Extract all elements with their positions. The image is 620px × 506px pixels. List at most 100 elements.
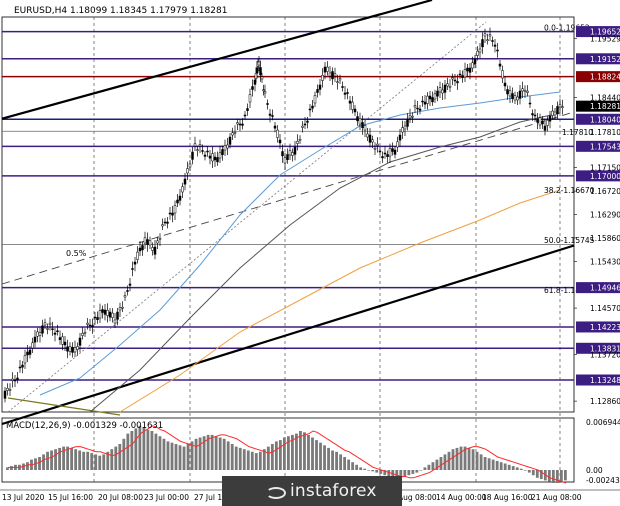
macd-bar <box>178 445 182 470</box>
candle-body <box>326 66 329 72</box>
macd-bar <box>483 457 487 470</box>
macd-bar <box>411 470 415 474</box>
candle-body <box>386 154 389 157</box>
x-tick-label-1: 15 Jul 16:00 <box>48 493 93 502</box>
macd-bar <box>42 454 45 470</box>
candle-body <box>308 108 312 111</box>
candle-body <box>418 108 422 111</box>
candle-body <box>41 325 44 334</box>
macd-bar <box>10 466 13 470</box>
candle-body <box>553 111 557 116</box>
macd-bar <box>471 449 475 470</box>
candle-body <box>83 331 87 334</box>
macd-bar <box>347 459 351 470</box>
candle-body <box>561 106 564 108</box>
chart-canvas: 0.0-1.1965238.2-1.1667050.0-1.1574561.8-… <box>0 0 620 506</box>
candle-body <box>503 82 507 87</box>
macd-bar <box>487 458 491 470</box>
macd-bar <box>551 470 555 483</box>
macd-bar <box>511 466 515 470</box>
candle-body <box>106 310 109 316</box>
candle-body <box>236 122 239 125</box>
x-tick-label-2: 20 Jul 08:00 <box>98 493 143 502</box>
candle-body <box>363 125 367 131</box>
macd-bar <box>158 436 162 470</box>
macd-bar <box>274 441 278 470</box>
candle-body <box>51 328 54 330</box>
candle-body <box>456 81 459 84</box>
candle-body <box>101 309 104 313</box>
candle-body <box>86 322 89 325</box>
candle-body <box>58 337 62 340</box>
macd-bar <box>78 450 82 470</box>
macd-bar <box>363 468 367 470</box>
candle-body <box>271 115 274 117</box>
macd-y-label-0: 0.006944 <box>586 418 620 427</box>
macd-bar <box>130 431 134 470</box>
candle-body <box>521 88 524 92</box>
candle-body <box>218 152 222 159</box>
candle-body <box>413 105 417 108</box>
price-tag-label-15: 1.14946 <box>590 284 620 293</box>
macd-bar <box>427 464 431 470</box>
inline-price-label: 1.17810 <box>562 128 593 137</box>
candle-body <box>381 156 384 159</box>
candle-body <box>543 125 547 131</box>
macd-bar <box>250 451 254 470</box>
candle-body <box>296 141 299 144</box>
macd-bar <box>355 464 359 470</box>
candle-body <box>173 205 177 214</box>
candle-body <box>361 122 364 128</box>
macd-bar <box>331 450 334 470</box>
macd-bar <box>311 437 314 470</box>
candle-body <box>536 119 539 123</box>
candle-body <box>441 89 444 94</box>
macd-bar <box>134 428 138 470</box>
candle-body <box>196 149 199 151</box>
macd-bar <box>515 467 519 470</box>
candle-body <box>156 240 159 244</box>
candle-body <box>318 84 322 90</box>
macd-bar <box>307 434 310 470</box>
candle-body <box>371 139 374 143</box>
candle-body <box>198 144 202 147</box>
candle-body <box>346 92 349 94</box>
macd-bar <box>170 442 174 470</box>
macd-bar <box>531 470 535 476</box>
candle-body <box>378 150 382 153</box>
macd-bar <box>70 447 74 470</box>
candle-body <box>211 153 214 162</box>
candle-body <box>466 67 469 72</box>
macd-y-label-2: -0.002434 <box>586 476 620 485</box>
macd-bar <box>246 450 250 470</box>
macd-bar <box>266 446 270 470</box>
candle-body <box>443 84 447 93</box>
candle-body <box>143 237 147 244</box>
candle-body <box>108 311 112 318</box>
macd-bar <box>327 447 330 470</box>
candle-body <box>373 147 377 150</box>
macd-bar <box>431 462 435 470</box>
macd-bar <box>154 433 158 470</box>
macd-bar <box>230 444 234 470</box>
candle-body <box>33 336 37 343</box>
y-tick-label-14: 1.15430 <box>590 257 620 266</box>
candle-body <box>78 337 82 346</box>
candle-body <box>248 94 252 103</box>
x-tick-label-6: 14 Aug 00:00 <box>436 493 487 502</box>
candle-body <box>201 150 204 152</box>
candle-body <box>391 148 394 152</box>
macd-bar <box>114 446 118 470</box>
candle-body <box>266 103 269 105</box>
macd-bar <box>226 441 230 470</box>
candle-body <box>283 157 287 164</box>
y-tick-label-21: 1.12860 <box>590 397 620 406</box>
macd-bar <box>166 441 170 470</box>
candle-body <box>486 39 489 41</box>
candle-body <box>291 152 294 156</box>
candle-body <box>153 246 157 255</box>
price-tag-label-17: 1.14223 <box>590 323 620 332</box>
macd-bar <box>335 451 338 470</box>
candle-body <box>208 155 212 159</box>
price-tag-label-20: 1.13248 <box>590 376 620 385</box>
